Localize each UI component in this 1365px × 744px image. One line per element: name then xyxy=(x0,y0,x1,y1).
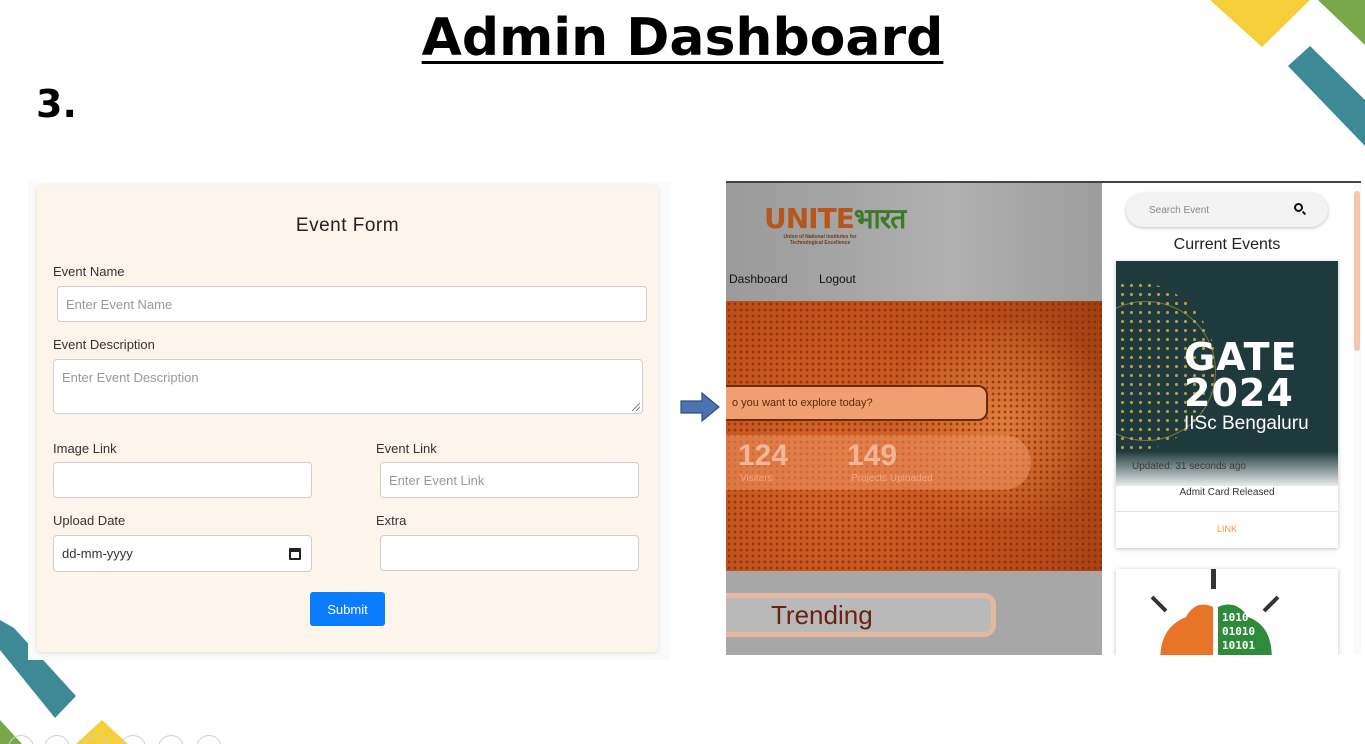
brain-logo-icon: 1010 01010 10101 xyxy=(1150,569,1280,655)
site-header: UNITEभारत Union of National Institutes f… xyxy=(726,183,1102,301)
event-link-input[interactable]: Enter Event Link xyxy=(380,462,639,498)
site-logo[interactable]: UNITEभारत xyxy=(764,199,906,237)
visitors-count: 124 xyxy=(738,439,789,472)
event-name-label: Event Name xyxy=(53,264,125,279)
calendar-icon[interactable] xyxy=(289,548,301,560)
slide-number: 3. xyxy=(36,82,77,126)
slide: Admin Dashboard 3. Event Form Event Name… xyxy=(0,0,1365,744)
hero-banner: o you want to explore today? 124 Visiter… xyxy=(726,301,1102,571)
extra-label: Extra xyxy=(376,513,407,528)
event-form: Event Form Event Name Enter Event Name E… xyxy=(37,186,658,652)
event-link-label: Event Link xyxy=(376,441,437,456)
upload-date-label: Upload Date xyxy=(53,513,126,528)
event-name-input[interactable]: Enter Event Name xyxy=(57,286,647,322)
sidebar-scrollbar[interactable] xyxy=(1353,183,1361,655)
visitors-label: Visiters xyxy=(740,473,773,484)
hero-search-input[interactable]: o you want to explore today? xyxy=(726,385,988,421)
event-card[interactable]: GATE 2024 IISc Bengaluru Updated: 31 sec… xyxy=(1116,261,1338,548)
logo-subtitle: Union of National Institutes for Technol… xyxy=(783,234,857,246)
trending-heading: Trending xyxy=(726,593,996,637)
event-search-placeholder: Search Event xyxy=(1149,204,1210,216)
event-description-placeholder: Enter Event Description xyxy=(62,370,199,385)
svg-text:1010: 1010 xyxy=(1222,611,1249,624)
event-image-line2: 2024 xyxy=(1184,371,1294,415)
nav-logout[interactable]: Logout xyxy=(819,272,856,286)
event-subtitle: Admit Card Released xyxy=(1179,487,1275,498)
upload-date-placeholder: dd-mm-yyyy xyxy=(62,546,133,561)
right-arrow-icon xyxy=(680,392,720,422)
card-divider xyxy=(1116,511,1338,512)
event-image: GATE 2024 IISc Bengaluru Updated: 31 sec… xyxy=(1116,261,1338,486)
updated-timestamp: Updated: 31 seconds ago xyxy=(1132,461,1246,472)
form-title: Event Form xyxy=(295,215,400,236)
upload-date-input[interactable]: dd-mm-yyyy xyxy=(53,535,312,572)
projects-label: Projects Uploaded xyxy=(851,473,933,484)
trending-section: Trending xyxy=(726,571,1102,655)
event-card[interactable]: 1010 01010 10101 xyxy=(1116,569,1338,655)
image-link-label: Image Link xyxy=(53,441,117,456)
svg-text:01010: 01010 xyxy=(1222,625,1255,638)
scrollbar-thumb[interactable] xyxy=(1354,191,1360,351)
events-sidebar: Search Event Current Events GATE 2024 II… xyxy=(1102,183,1361,655)
slide-title: Admin Dashboard xyxy=(421,8,944,68)
site-main-area: UNITEभारत Union of National Institutes f… xyxy=(726,183,1102,655)
current-events-title: Current Events xyxy=(1173,236,1281,253)
projects-count: 149 xyxy=(847,439,898,472)
event-search-input[interactable]: Search Event xyxy=(1126,193,1328,227)
image-link-input[interactable] xyxy=(53,462,312,498)
nav-dashboard[interactable]: Dashboard xyxy=(729,272,788,286)
footer-circle-icon xyxy=(158,735,184,744)
resize-handle-icon[interactable] xyxy=(632,403,640,411)
search-icon[interactable] xyxy=(1294,203,1303,212)
event-link[interactable]: LINK xyxy=(1116,524,1338,534)
event-description-textarea[interactable]: Enter Event Description xyxy=(53,359,643,414)
svg-text:10101: 10101 xyxy=(1222,639,1255,652)
event-description-label: Event Description xyxy=(53,337,155,352)
footer-circle-icon xyxy=(196,735,222,744)
submit-button[interactable]: Submit xyxy=(310,592,385,626)
website-screenshot: UNITEभारत Union of National Institutes f… xyxy=(726,181,1361,655)
extra-input[interactable] xyxy=(380,535,639,571)
event-image-line3: IISc Bengaluru xyxy=(1184,413,1309,434)
